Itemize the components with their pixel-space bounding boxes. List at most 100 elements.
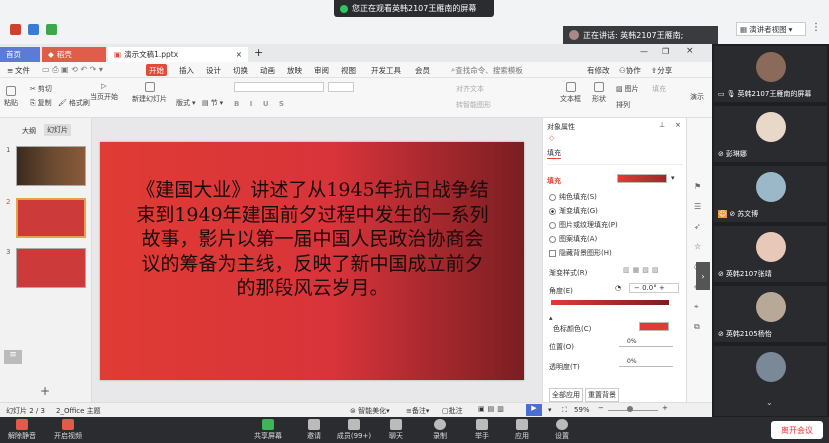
panel-collapse-handle[interactable]: › — [696, 262, 710, 290]
fill-swatch[interactable] — [617, 174, 667, 183]
smartart-button[interactable]: 转智能图形 — [456, 100, 491, 110]
option-pattern[interactable]: 图案填充(A) — [549, 234, 597, 244]
zoom-slider-thumb[interactable] — [627, 406, 633, 412]
mute-button[interactable]: 解除静音 — [0, 419, 44, 441]
participant-tile[interactable]: ⊘ 英韩2105杨怡 — [714, 286, 827, 342]
raise-hand-button[interactable]: 举手 — [460, 419, 504, 441]
leave-meeting-button[interactable]: 离开会议 — [771, 421, 823, 439]
menu-transition[interactable]: 切换 — [230, 64, 251, 76]
chat-button[interactable]: 聊天 — [374, 419, 418, 441]
align-text-button[interactable]: 对齐文本 — [456, 84, 484, 94]
tab-home[interactable]: 首页 — [0, 47, 40, 62]
property-icon[interactable]: ⚑ — [694, 182, 701, 191]
format-painter-button[interactable]: 🖌 格式刷 — [58, 98, 90, 108]
menu-animation[interactable]: 动画 — [257, 64, 278, 76]
new-tab-button[interactable]: + — [254, 46, 263, 59]
minimize-icon[interactable]: — — [640, 47, 648, 56]
slide-thumb-3[interactable] — [16, 248, 86, 288]
apply-all-button[interactable]: 全部应用 — [549, 388, 583, 402]
zoom-in-button[interactable]: + — [662, 404, 668, 412]
zoom-dropdown-icon[interactable]: ▾ — [548, 406, 552, 414]
location-icon[interactable]: ⌖ — [694, 302, 699, 312]
slide-thumb-2[interactable] — [16, 198, 86, 238]
share-screen-button[interactable]: 共享屏幕 — [246, 419, 290, 441]
comment-button[interactable]: ▢批注 — [442, 406, 463, 416]
zoom-out-button[interactable]: − — [598, 404, 604, 412]
slide-thumb-1[interactable] — [16, 146, 86, 186]
view-mode-icons[interactable]: ▣▤▥ — [478, 405, 507, 413]
members-button[interactable]: 成员(99+) — [332, 419, 376, 441]
picture-button[interactable]: ▨ 图片 — [616, 84, 639, 94]
menu-home[interactable]: 开始 — [146, 64, 167, 76]
new-slide-button[interactable]: 新建幻灯片 — [132, 82, 167, 104]
font-name-select[interactable] — [234, 82, 324, 92]
participant-tile[interactable]: ▭ 🎙 英韩2107王雁南的屏幕 — [714, 46, 827, 102]
tab-document[interactable]: ▣ 演示文稿1.pptx × — [108, 47, 248, 62]
participant-tile[interactable]: ⊘ 彭琳娜 — [714, 106, 827, 162]
font-size-select[interactable] — [328, 82, 354, 92]
layout-button[interactable]: 版式 ▾ — [176, 98, 196, 108]
quick-access-icons[interactable]: ▭ ⎙ ▣ ⟲ ↶ ↷ ▾ — [42, 65, 103, 75]
transparency-slider[interactable] — [619, 366, 673, 367]
notes-button[interactable]: ≡备注▾ — [406, 406, 429, 416]
more-icon[interactable]: ⋮ — [811, 22, 821, 33]
menu-member[interactable]: 会员 — [412, 64, 433, 76]
settings-button[interactable]: 设置 — [540, 419, 584, 441]
option-gradient[interactable]: 渐变填充(G) — [549, 206, 598, 216]
menu-toggle-icon[interactable]: ≡ — [4, 350, 22, 364]
zoom-level[interactable]: 59% — [574, 406, 590, 414]
position-slider[interactable] — [619, 346, 673, 347]
view-selector[interactable]: ▦ 演讲者视图 ▾ — [736, 22, 806, 36]
share-button[interactable]: ⇪ 分享 — [648, 64, 675, 76]
layers-icon[interactable]: ⧉ — [694, 322, 700, 332]
shape-button[interactable]: 形状 — [592, 82, 606, 104]
hide-bg-checkbox[interactable]: 隐藏背景图形(H) — [549, 248, 612, 258]
beautify-button[interactable]: ⊜ 智能美化▾ — [350, 406, 390, 416]
chevron-down-icon[interactable]: ▾ — [671, 174, 675, 182]
record-button[interactable]: 录制 — [418, 419, 462, 441]
window-close-icon[interactable]: × — [686, 46, 694, 56]
option-solid[interactable]: 纯色填充(S) — [549, 192, 597, 202]
unsaved-indicator[interactable]: 有修改 — [584, 64, 613, 76]
font-style-buttons[interactable]: B I U S — [234, 100, 288, 108]
fit-icon[interactable]: ⛶ — [562, 406, 567, 415]
participant-tile[interactable]: ☺ ⊘ 苏文博 — [714, 166, 827, 222]
present-button[interactable]: 演示 — [690, 92, 704, 102]
video-button[interactable]: 开启视频 — [46, 419, 90, 441]
sliders-icon[interactable]: ☰ — [694, 202, 701, 211]
textbox-button[interactable]: 文本框 — [560, 82, 581, 104]
menu-developer[interactable]: 开发工具 — [368, 64, 404, 76]
pointer-icon[interactable]: ➶ — [694, 222, 701, 231]
option-picture[interactable]: 图片或纹理填充(P) — [549, 220, 618, 230]
search-box[interactable]: ⌕ 查找命令、搜索模板 — [448, 64, 526, 76]
fill-tab[interactable]: 填充 — [547, 148, 561, 159]
menu-review[interactable]: 审阅 — [311, 64, 332, 76]
gradient-stop-marker[interactable]: ▴ — [549, 314, 553, 322]
invite-button[interactable]: 邀请 — [292, 419, 336, 441]
participant-tile[interactable]: ⌄ — [714, 346, 827, 416]
arrange-button[interactable]: 排列 — [616, 100, 630, 110]
collab-button[interactable]: ⚇ 协作 — [616, 64, 644, 76]
menu-slideshow[interactable]: 放映 — [284, 64, 305, 76]
close-icon[interactable]: × — [675, 121, 681, 129]
apps-button[interactable]: 应用 — [500, 419, 544, 441]
gradient-style-icons[interactable]: ▥▦▧▨ — [623, 266, 661, 274]
gradient-bar[interactable] — [551, 300, 669, 305]
pin-icon[interactable]: ⊥ — [659, 121, 665, 129]
menu-view[interactable]: 视图 — [338, 64, 359, 76]
from-current-button[interactable]: ▷ 当页开始 — [90, 82, 118, 102]
play-button[interactable]: ▶ — [526, 404, 542, 416]
cut-button[interactable]: ✂ 剪切 — [30, 84, 52, 94]
outline-tab[interactable]: 大纲 — [22, 126, 36, 136]
participant-tile[interactable]: ⊘ 英韩2107张靖 — [714, 226, 827, 282]
angle-input[interactable]: − 0.0° + — [629, 283, 679, 293]
zoom-slider[interactable] — [608, 410, 658, 411]
star-icon[interactable]: ☆ — [694, 242, 701, 251]
add-slide-button[interactable]: + — [40, 384, 50, 398]
close-icon[interactable]: × — [236, 50, 242, 59]
current-slide[interactable]: 《建国大业》讲述了从1945年抗日战争结束到1949年建国前夕过程中发生的一系列… — [100, 142, 524, 380]
menu-file[interactable]: 文件 — [12, 64, 33, 76]
menu-insert[interactable]: 插入 — [176, 64, 197, 76]
fill-button[interactable]: 填充 — [652, 84, 666, 94]
angle-dial-icon[interactable]: ◔ — [615, 284, 621, 292]
